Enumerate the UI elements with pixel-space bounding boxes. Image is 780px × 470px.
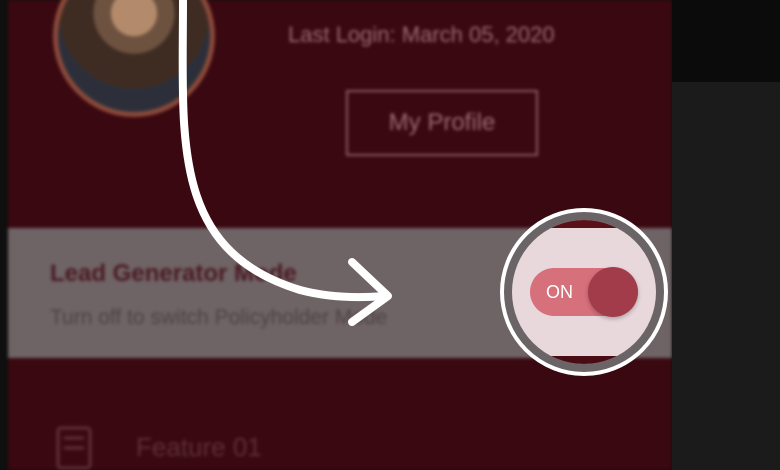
pointer-arrow-icon bbox=[178, 0, 392, 326]
tutorial-overlay: Last Login: March 05, 2020 My Profile Le… bbox=[0, 0, 780, 470]
